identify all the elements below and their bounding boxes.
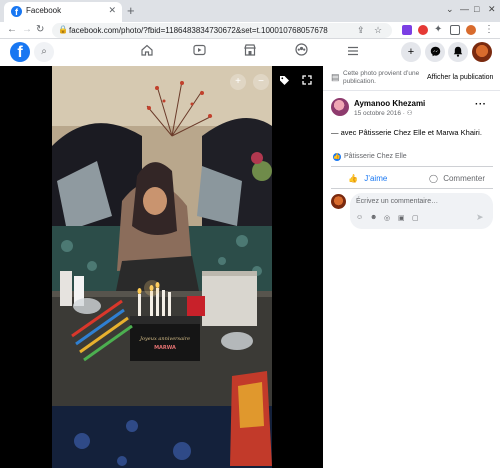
more-options-icon[interactable]: ··· [475, 99, 487, 110]
reload-button[interactable]: ↻ [36, 24, 44, 36]
extension-icon[interactable] [418, 25, 428, 35]
sticker-icon[interactable]: ▢ [412, 214, 419, 222]
gif-icon[interactable]: ▣ [398, 214, 405, 222]
home-icon[interactable] [138, 43, 156, 61]
avatar-sticker-icon[interactable]: ☺ [356, 214, 363, 221]
like-button[interactable]: 👍 J’aime [348, 172, 387, 186]
audience-friends-icon: ⚇ [406, 110, 413, 117]
marketplace-icon[interactable] [241, 43, 259, 61]
comment-button[interactable]: ◯ Commenter [429, 172, 485, 186]
lock-icon[interactable]: 🔒 [58, 25, 68, 34]
commenter-avatar[interactable] [331, 194, 346, 209]
comment-placeholder[interactable]: Écrivez un commentaire… [356, 198, 438, 205]
tab-facebook[interactable]: f Facebook ✕ [4, 2, 122, 22]
notice-text: Cette photo provient d’une publication. [343, 70, 420, 85]
tag-icon[interactable] [279, 75, 290, 89]
post-text: — avec Pâtisserie Chez Elle et Marwa Kha… [331, 128, 482, 137]
like-icon: 👍 [348, 174, 358, 183]
groups-icon[interactable] [292, 43, 310, 61]
tab-title: Facebook [26, 6, 62, 15]
divider [331, 166, 493, 167]
emoji-icon[interactable]: ☻ [370, 214, 377, 221]
extension-icon[interactable] [402, 25, 412, 35]
post-panel: ▤ Cette photo provient d’une publication… [323, 66, 500, 468]
tab-search-icon[interactable]: ⌄ [446, 4, 454, 15]
svg-text:Joyeux anniversaire: Joyeux anniversaire [139, 336, 190, 342]
address-bar[interactable]: 🔒 facebook.com/photo/?fbid=1186483834730… [52, 23, 392, 38]
search-icon[interactable]: ⌕ [34, 42, 54, 62]
comment-input[interactable]: Écrivez un commentaire… ☺ ☻ ◎ ▣ ▢ ➤ [350, 193, 493, 229]
tag-link[interactable]: Marwa Khairi [436, 128, 480, 137]
profile-avatar[interactable] [466, 25, 476, 35]
like-reaction-icon: 👍 [333, 153, 341, 161]
facebook-favicon-icon: f [11, 6, 22, 17]
extensions-puzzle-icon[interactable]: ✦ [434, 24, 442, 36]
facebook-logo[interactable]: f [10, 42, 30, 62]
reaction-summary[interactable]: Pâtisserie Chez Elle [344, 153, 407, 160]
post-date[interactable]: 15 octobre 2016 · ⚇ [354, 109, 413, 117]
photo-source-notice: ▤ Cette photo provient d’une publication… [323, 66, 500, 91]
browser-menu-icon[interactable]: ⋮ [484, 24, 494, 36]
send-icon[interactable]: ➤ [476, 212, 484, 223]
comment-icon: ◯ [429, 174, 438, 183]
plus-icon[interactable]: + [401, 42, 421, 62]
forward-button[interactable]: → [22, 24, 32, 36]
back-button[interactable]: ← [7, 24, 17, 36]
facebook-header: f ⌕ + [0, 39, 500, 66]
menu-icon[interactable] [344, 43, 362, 61]
browser-toolbar: ← → ↻ 🔒 facebook.com/photo/?fbid=1186483… [0, 22, 500, 39]
watch-icon[interactable] [190, 43, 208, 61]
tab-close-icon[interactable]: ✕ [108, 5, 116, 16]
messenger-icon[interactable] [425, 42, 445, 62]
minimize-button[interactable]: — [460, 4, 469, 14]
view-post-link[interactable]: Afficher la publication [427, 74, 493, 81]
post-icon: ▤ [331, 72, 340, 82]
divider [331, 188, 493, 189]
maximize-button[interactable]: □ [474, 4, 479, 14]
share-icon[interactable]: ⇪ [357, 25, 365, 36]
photo-viewer: Joyeux anniversaire MARWA + − [0, 66, 323, 468]
notifications-icon[interactable] [448, 42, 468, 62]
tag-link[interactable]: Pâtisserie Chez Elle [359, 128, 426, 137]
zoom-in-icon[interactable]: + [230, 74, 246, 90]
bookmark-star-icon[interactable]: ☆ [374, 25, 382, 36]
svg-text:MARWA: MARWA [154, 345, 176, 351]
side-panel-icon[interactable] [450, 25, 460, 35]
camera-icon[interactable]: ◎ [384, 214, 390, 222]
account-avatar[interactable] [472, 42, 492, 62]
close-window-button[interactable]: ✕ [488, 4, 496, 15]
url-text[interactable]: facebook.com/photo/?fbid=118648383473067… [69, 26, 328, 35]
author-name[interactable]: Aymanoo Khezami [354, 99, 425, 108]
new-tab-button[interactable]: + [127, 4, 135, 17]
photo: Joyeux anniversaire MARWA [52, 66, 272, 468]
fullscreen-icon[interactable] [302, 75, 312, 88]
tab-strip: f Facebook ✕ + ⌄ — □ ✕ [0, 0, 500, 22]
zoom-out-icon[interactable]: − [253, 74, 269, 90]
author-avatar[interactable] [331, 98, 349, 116]
